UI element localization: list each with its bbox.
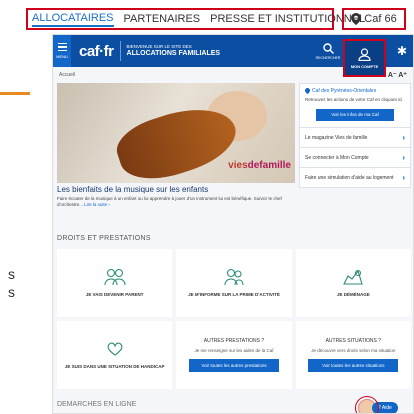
caf-logo[interactable]: caf·fr [79,43,114,60]
family-icon [104,269,126,286]
local-caf-desc: Retrouvez les actions de votre Caf en cl… [305,97,403,102]
user-icon [358,47,371,61]
site-frame: MENU caf·fr BIENVENUE SUR LE SITE DES AL… [52,34,414,414]
autres-situations-button[interactable]: Voir toutes les autres situations [308,359,399,373]
local-caf-card: Caf des Pyrénées-Orientales Retrouvez le… [299,83,411,129]
tile-heading: AUTRES PRESTATIONS ? [203,337,265,344]
tile-label: JE VAIS DEVENIR PARENT [85,292,144,298]
caf-location-label: Caf 66 [364,13,397,25]
caf-location-selector[interactable]: Caf 66 [342,8,406,30]
location-pin-icon [351,13,362,25]
section-title: DROITS ET PRESTATIONS [57,235,151,242]
tile-parent[interactable]: JE VAIS DEVENIR PARENT [57,249,173,317]
read-more-link[interactable]: Lire la suite › [84,202,110,207]
tab-allocataires[interactable]: ALLOCATAIRES [32,12,114,27]
chevron-right-icon: › [402,173,405,183]
settings-button[interactable]: ✱ [389,35,413,67]
highlight-ring [355,396,379,413]
account-label: MON COMPTE [350,63,379,69]
people-icon [224,269,244,286]
local-caf-button[interactable]: Voir les infos de ma Caf [316,109,394,122]
section-title-demarches: DEMARCHES EN LIGNE [57,401,137,408]
search-icon [322,42,334,54]
vies-de-famille-logo: viesdefamille [228,160,291,171]
moving-icon [343,269,364,285]
sidebar: Caf des Pyrénées-Orientales Retrouvez le… [299,83,411,189]
hero-article: Les bienfaits de la musique sur les enfa… [57,185,295,208]
menu-button[interactable]: MENU [53,35,71,67]
sidebar-link-magazine[interactable]: Le magazine Vies de famille › [299,128,411,149]
menu-label: MENU [56,54,68,60]
tile-label: JE SUIS DANS UNE SITUATION DE HANDICAP [64,364,165,370]
tab-partenaires[interactable]: PARTENAIRES [124,13,201,25]
hamburger-icon [57,42,67,45]
tagline-brand: ALLOCATIONS FAMILIALES [126,49,221,57]
side-text-fragment: s [8,266,15,282]
sidebar-link-simulation[interactable]: Faire une simulation d'aide au logement … [299,168,411,189]
chevron-right-icon: › [402,133,405,143]
mon-compte-button[interactable]: MON COMPTE [343,39,386,77]
article-text: Faire écouter de la musique à un enfant … [57,196,282,208]
tile-handicap[interactable]: JE SUIS DANS UNE SITUATION DE HANDICAP [57,321,173,389]
help-widget[interactable]: ? Aide [355,396,398,413]
tile-label: JE M'INFORME SUR LA PRIME D'ACTIVITÉ [188,292,280,298]
side-text-fragment: s [8,284,15,300]
tile-desc: Je découvre vers droits selon ma situati… [311,347,396,353]
tile-autres-prestations: AUTRES PRESTATIONS ? Je me renseigne sur… [176,321,292,389]
site-tagline: BIENVENUE SUR LE SITE DES ALLOCATIONS FA… [126,44,221,57]
tile-prime-activite[interactable]: JE M'INFORME SUR LA PRIME D'ACTIVITÉ [176,249,292,317]
tile-heading: AUTRES SITUATIONS ? [325,337,382,344]
sidebar-link-mon-compte[interactable]: Se connecter à Mon Compte › [299,148,411,169]
tile-demenage[interactable]: JE DÉMÉNAGE [295,249,411,317]
hero-image[interactable]: viesdefamille [57,83,295,183]
decorative-orange-bar [0,92,30,95]
local-caf-title: Caf des Pyrénées-Orientales [305,88,405,94]
autres-prestations-button[interactable]: Voir toutes les autres prestations [188,359,279,373]
site-header: MENU caf·fr BIENVENUE SUR LE SITE DES AL… [53,35,413,77]
heart-hands-icon [107,342,123,356]
tile-label: JE DÉMÉNAGE [336,292,370,298]
search-label: RECHERCHER [315,55,341,60]
prestations-grid: JE VAIS DEVENIR PARENT JE M'INFORME SUR … [57,249,411,389]
location-pin-icon [305,88,310,94]
gear-icon: ✱ [396,44,408,58]
chevron-right-icon: › [402,153,405,163]
tile-autres-situations: AUTRES SITUATIONS ? Je découvre vers dro… [295,321,411,389]
font-size-controls[interactable]: A⁻ A⁺ [388,71,407,79]
audience-tabs: ALLOCATAIRES PARTENAIRES PRESSE ET INSTI… [26,8,365,30]
logo-divider [119,41,121,61]
search-button[interactable]: RECHERCHER [313,35,343,67]
breadcrumb[interactable]: Accueil [59,72,75,78]
tile-desc: Je me renseigne sur les aides de la Caf [194,347,274,353]
article-title[interactable]: Les bienfaits de la musique sur les enfa… [57,185,295,194]
